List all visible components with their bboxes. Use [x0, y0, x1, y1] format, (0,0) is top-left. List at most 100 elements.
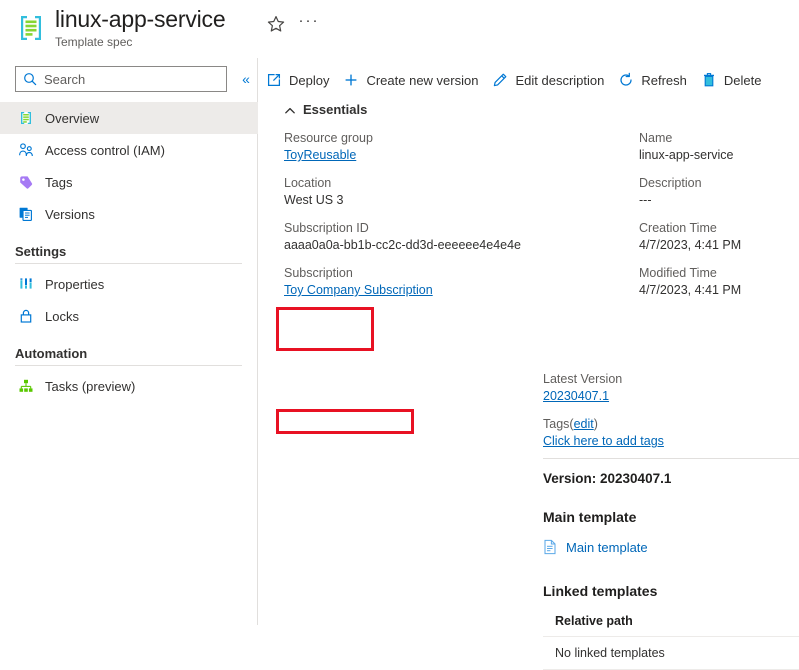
main-template-link-label: Main template: [566, 539, 648, 555]
sidebar: « Overview: [0, 58, 258, 625]
essentials-key: Creation Time: [639, 221, 717, 235]
essentials-pair-name: Name linux-app-service: [639, 130, 799, 164]
sidebar-item-label: Versions: [45, 206, 95, 222]
toolbar-button-label: Deploy: [289, 72, 330, 88]
sidebar-group-title-automation: Automation: [15, 346, 88, 361]
page-subtitle: Template spec: [55, 35, 133, 49]
deploy-button[interactable]: Deploy: [259, 64, 336, 96]
essentials-key: Modified Time: [639, 266, 717, 280]
search-input[interactable]: [42, 67, 222, 91]
sidebar-item-label: Tags: [45, 174, 73, 190]
essentials-pair-location: Location West US 3: [284, 175, 624, 209]
delete-button[interactable]: Delete: [694, 64, 769, 96]
essentials-label: Essentials: [303, 102, 368, 117]
search-box[interactable]: [15, 66, 227, 92]
chevron-up-icon: [284, 104, 296, 116]
essentials-pair-latest-version: Latest Version 20230407.1: [543, 371, 622, 405]
tags-label-line: Tags(edit): [543, 416, 664, 433]
tags-edit-link[interactable]: edit: [574, 417, 594, 431]
sidebar-group-title-settings: Settings: [15, 244, 67, 259]
essentials-value: West US 3: [284, 193, 344, 207]
page-title: linux-app-service: [55, 6, 226, 32]
essentials-pair-creation-time: Creation Time 4/7/2023, 4:41 PM: [639, 220, 799, 254]
deploy-launch-icon: [266, 72, 282, 88]
essentials-pair-modified-time: Modified Time 4/7/2023, 4:41 PM: [639, 265, 799, 299]
tags-label: Tags: [543, 417, 570, 431]
subscription-link[interactable]: Toy Company Subscription: [284, 282, 624, 299]
essentials-value: ---: [639, 193, 652, 207]
version-heading: Version: 20230407.1: [543, 471, 672, 486]
essentials-key: Subscription: [284, 266, 353, 280]
main-content: Deploy Create new version Edit descripti…: [259, 58, 799, 670]
column-header-relative-path: Relative path: [555, 614, 633, 628]
essentials-value: 4/7/2023, 4:41 PM: [639, 283, 742, 297]
star-icon[interactable]: [266, 14, 286, 34]
refresh-button[interactable]: Refresh: [611, 64, 694, 96]
refresh-icon: [618, 72, 634, 88]
add-tags-link[interactable]: Click here to add tags: [543, 433, 664, 450]
essentials-pair-description: Description ---: [639, 175, 799, 209]
properties-icon: [18, 276, 34, 292]
essentials-pair-subscription-id: Subscription ID aaaa0a0a-bb1b-cc2c-dd3d-…: [284, 220, 624, 254]
main-template-link[interactable]: Main template: [543, 539, 648, 555]
create-new-version-button[interactable]: Create new version: [336, 64, 485, 96]
sidebar-group-divider: [15, 263, 242, 264]
tags-paren-close: ): [593, 417, 598, 431]
page-header: linux-app-service Template spec ···: [0, 0, 799, 58]
people-icon: [18, 142, 34, 158]
sidebar-item-locks[interactable]: Locks: [0, 300, 258, 332]
sidebar-collapse-button[interactable]: «: [238, 69, 254, 89]
toolbar-button-label: Create new version: [366, 72, 479, 88]
tag-icon: [18, 174, 34, 190]
sidebar-group-divider: [15, 365, 242, 366]
lock-icon: [18, 308, 34, 324]
toolbar-button-label: Refresh: [641, 72, 687, 88]
linked-templates-table: Relative path No linked templates: [543, 614, 799, 670]
sidebar-item-label: Tasks (preview): [45, 378, 136, 394]
sidebar-item-label: Properties: [45, 276, 105, 292]
latest-version-link[interactable]: 20230407.1: [543, 388, 622, 405]
essentials-key: Subscription ID: [284, 221, 369, 235]
sidebar-nav: Overview Access control (IAM) Tags Versi…: [0, 102, 258, 402]
essentials-value: 4/7/2023, 4:41 PM: [639, 238, 742, 252]
essentials-key: Description: [639, 176, 702, 190]
toolbar-button-label: Delete: [723, 72, 762, 88]
essentials-pair-subscription: Subscription Toy Company Subscription: [284, 265, 624, 299]
essentials-key: Resource group: [284, 131, 373, 145]
pencil-icon: [492, 72, 508, 88]
sidebar-item-label: Overview: [45, 110, 100, 126]
sidebar-item-label: Locks: [45, 308, 79, 324]
sidebar-item-properties[interactable]: Properties: [0, 268, 258, 300]
sidebar-item-tags[interactable]: Tags: [0, 166, 258, 198]
resource-group-link[interactable]: ToyReusable: [284, 147, 624, 164]
sidebar-item-access-control[interactable]: Access control (IAM): [0, 134, 258, 166]
versions-icon: [18, 206, 34, 222]
title-block: linux-app-service Template spec: [55, 4, 226, 50]
essentials-left-column: Resource group ToyReusable Location West…: [284, 130, 624, 310]
sidebar-search-row: «: [0, 66, 258, 96]
sidebar-item-overview[interactable]: Overview: [0, 102, 258, 134]
essentials-right-column: Name linux-app-service Description --- C…: [639, 130, 799, 310]
document-icon: [543, 539, 557, 555]
sidebar-item-tasks[interactable]: Tasks (preview): [0, 370, 258, 402]
essentials-pair-resource-group: Resource group ToyReusable: [284, 130, 624, 164]
template-spec-icon: [18, 110, 34, 126]
edit-description-button[interactable]: Edit description: [485, 64, 611, 96]
essentials-value: linux-app-service: [639, 148, 734, 162]
essentials-key: Name: [639, 131, 673, 145]
essentials-value: aaaa0a0a-bb1b-cc2c-dd3d-eeeeee4e4e4e: [284, 238, 522, 252]
search-icon: [23, 72, 37, 86]
essentials-key: Latest Version: [543, 372, 623, 386]
toolbar-button-label: Edit description: [515, 72, 605, 88]
plus-icon: [343, 72, 359, 88]
sidebar-item-label: Access control (IAM): [45, 142, 165, 158]
essentials-divider: [543, 458, 799, 459]
essentials-toggle[interactable]: Essentials: [284, 102, 367, 117]
trash-icon: [701, 72, 717, 88]
sidebar-item-versions[interactable]: Versions: [0, 198, 258, 230]
tasks-icon: [18, 378, 34, 394]
essentials-key: Location: [284, 176, 332, 190]
command-toolbar: Deploy Create new version Edit descripti…: [259, 64, 768, 96]
more-options-button[interactable]: ···: [298, 13, 320, 34]
essentials-pair-tags: Tags(edit) Click here to add tags: [543, 416, 664, 450]
